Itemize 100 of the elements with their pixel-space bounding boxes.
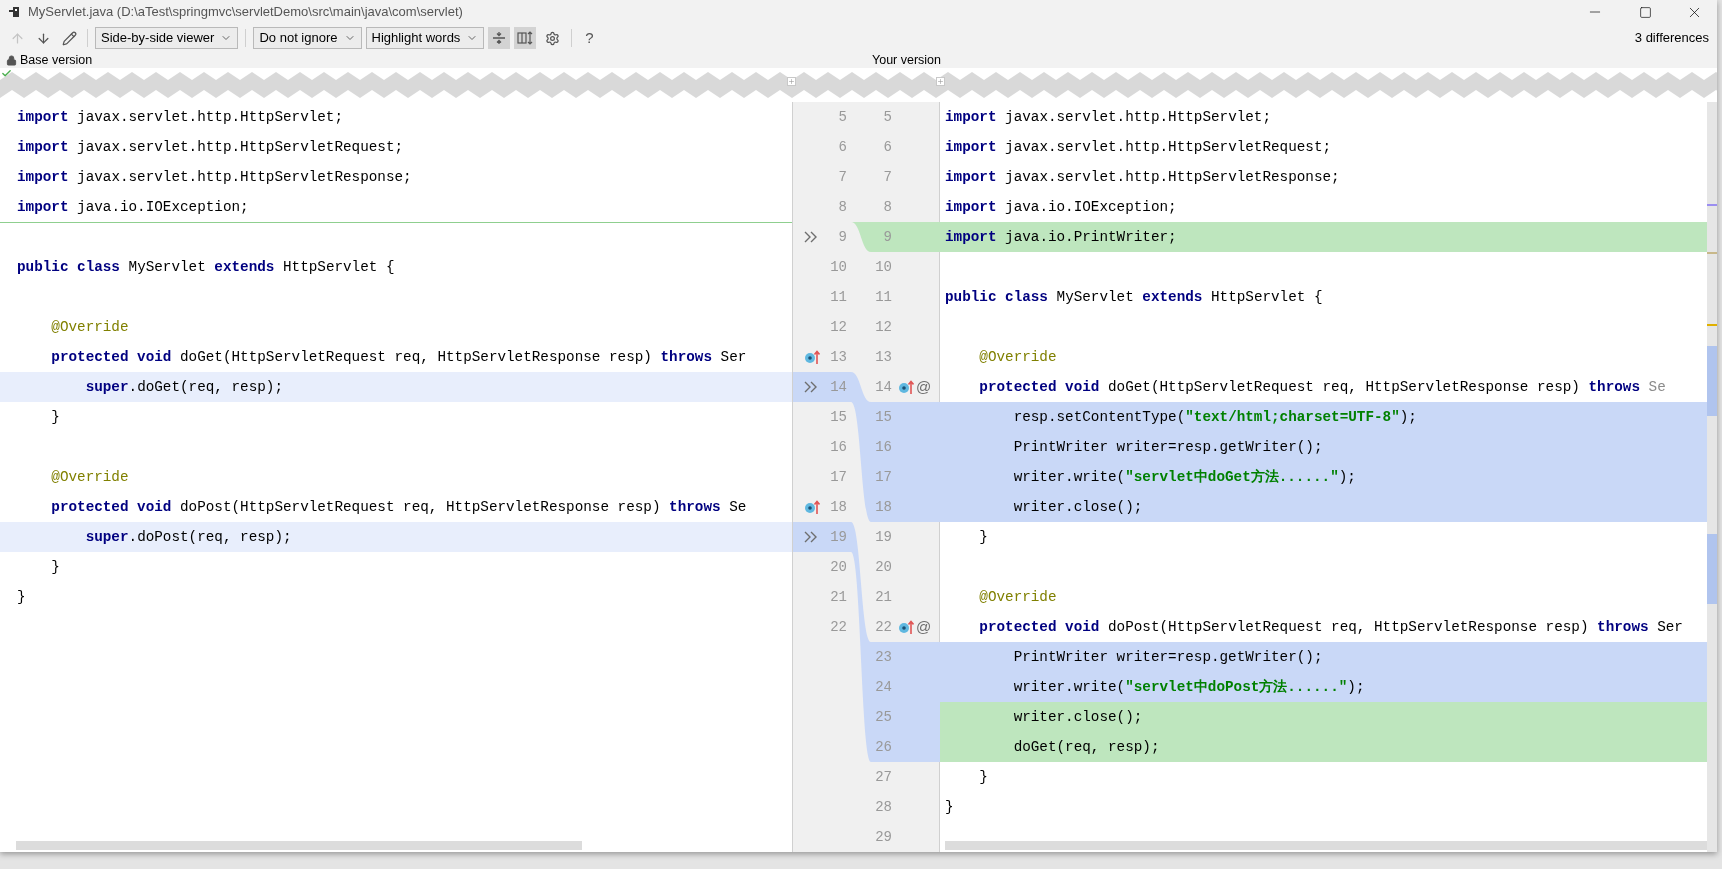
code-line: writer.close(); xyxy=(1012,498,1143,517)
line-number: 26 xyxy=(875,738,892,755)
line-number: 5 xyxy=(838,108,847,125)
line-number: 19 xyxy=(875,528,892,545)
code-line: protected void doGet(HttpServletRequest req, HttpServletResponse resp) throws Se xyxy=(978,378,1666,397)
code-line: import java.io.IOException; xyxy=(17,198,249,217)
dropdown[interactable]: Side-by-side viewer xyxy=(95,27,239,49)
line-number: 14 xyxy=(875,378,892,395)
double-chevron-icon[interactable] xyxy=(804,231,819,243)
line-number: 8 xyxy=(838,198,847,215)
dot-up-arrow-icon[interactable] xyxy=(804,349,820,365)
code-line: writer.write("servlet中doGet方法......"); xyxy=(1012,468,1356,487)
line-number: 21 xyxy=(830,588,847,605)
line-number: 6 xyxy=(838,138,847,155)
line-number: 23 xyxy=(875,648,892,665)
columns-arrow-icon xyxy=(517,31,534,45)
annotation-mark[interactable]: @ xyxy=(916,615,932,639)
code-line: super.doPost(req, resp); xyxy=(84,528,292,547)
dot-up-arrow-icon[interactable] xyxy=(804,499,820,515)
line-number: 13 xyxy=(830,348,847,365)
code-line: @Override xyxy=(978,588,1057,607)
help-button[interactable]: ? xyxy=(579,27,600,49)
code-line: import javax.servlet.http.HttpServletResponse; xyxy=(17,168,412,187)
double-chevron-icon[interactable] xyxy=(804,381,819,393)
code-line: import javax.servlet.http.HttpServlet; xyxy=(945,108,1272,127)
line-number: 15 xyxy=(830,408,847,425)
horizontal-scrollbar[interactable] xyxy=(945,841,1707,850)
line-number: 6 xyxy=(883,138,892,155)
code-line: } xyxy=(978,528,988,547)
line-number: 28 xyxy=(875,798,892,815)
line-number: 11 xyxy=(875,288,892,305)
code-line: } xyxy=(945,798,954,817)
line-number: 16 xyxy=(875,438,892,455)
code-line: import java.io.PrintWriter; xyxy=(945,228,1177,247)
code-line: import javax.servlet.http.HttpServletRequest; xyxy=(945,138,1332,157)
code-line: } xyxy=(17,588,26,607)
code-line: } xyxy=(50,408,60,427)
double-chevron-icon[interactable] xyxy=(804,531,819,543)
maximize-icon[interactable] xyxy=(1638,5,1652,19)
line-number: 11 xyxy=(830,288,847,305)
dropdown[interactable]: Highlight words xyxy=(365,27,485,49)
code-line: import javax.servlet.http.HttpServletRequest; xyxy=(17,138,404,157)
line-number: 29 xyxy=(875,828,892,845)
code-line: import javax.servlet.http.HttpServlet; xyxy=(17,108,344,127)
line-number: 15 xyxy=(875,408,892,425)
dot-up-arrow-icon[interactable] xyxy=(898,619,914,635)
collapse-button[interactable] xyxy=(488,27,511,49)
line-number: 12 xyxy=(830,318,847,335)
down-arrow-icon[interactable] xyxy=(35,30,51,46)
line-number: 24 xyxy=(875,678,892,695)
vertical-scrollbar[interactable] xyxy=(1707,102,1717,852)
annotation-mark[interactable]: @ xyxy=(916,375,932,399)
line-number: 9 xyxy=(838,228,847,245)
code-line: PrintWriter writer=resp.getWriter(); xyxy=(1012,648,1323,667)
pane-title: Base version xyxy=(20,51,93,69)
code-line: import javax.servlet.http.HttpServletResponse; xyxy=(945,168,1340,187)
line-number: 17 xyxy=(830,468,847,485)
code-line: super.doGet(req, resp); xyxy=(84,378,283,397)
code-line: protected void doPost(HttpServletRequest req, HttpServletResponse resp) throws Ser xyxy=(978,618,1683,637)
line-number: 7 xyxy=(838,168,847,185)
file-icon xyxy=(8,6,20,18)
differences-count: 3 differences xyxy=(1634,29,1709,48)
line-number: 20 xyxy=(830,558,847,575)
pane-title: Your version xyxy=(872,51,942,69)
line-number: 19 xyxy=(830,528,847,545)
dot-up-arrow-icon[interactable] xyxy=(898,379,914,395)
settings-icon[interactable] xyxy=(544,30,560,46)
code-line: @Override xyxy=(978,348,1057,367)
line-number: 8 xyxy=(883,198,892,215)
line-number: 14 xyxy=(830,378,847,395)
code-line: } xyxy=(50,558,60,577)
dropdown[interactable]: Do not ignore xyxy=(253,27,362,49)
line-number: 13 xyxy=(875,348,892,365)
window-title: MyServlet.java (D:\aTest\springmvc\servletDemo\src\main\java\com\servlet) xyxy=(28,3,463,22)
code-line: public class MyServlet extends HttpServlet { xyxy=(17,258,395,277)
code-line: public class MyServlet extends HttpServlet { xyxy=(945,288,1323,307)
line-number: 18 xyxy=(875,498,892,515)
line-number: 21 xyxy=(875,588,892,605)
collapse-icon xyxy=(492,31,507,45)
pencil-icon[interactable] xyxy=(61,30,77,46)
line-number: 10 xyxy=(830,258,847,275)
sync-scroll-button[interactable] xyxy=(514,27,537,49)
code-line: protected void doPost(HttpServletRequest req, HttpServletResponse resp) throws Se xyxy=(50,498,747,517)
line-number: 16 xyxy=(830,438,847,455)
line-number: 17 xyxy=(875,468,892,485)
line-number: 22 xyxy=(830,618,847,635)
line-number: 18 xyxy=(830,498,847,515)
code-line: import java.io.IOException; xyxy=(945,198,1177,217)
line-number: 25 xyxy=(875,708,892,725)
code-line: resp.setContentType("text/html;charset=UTF-8"); xyxy=(1012,408,1417,427)
line-number: 27 xyxy=(875,768,892,785)
code-line: protected void doGet(HttpServletRequest req, HttpServletResponse resp) throws Ser xyxy=(50,348,747,367)
code-line: @Override xyxy=(50,468,129,487)
line-number: 20 xyxy=(875,558,892,575)
code-line: writer.close(); xyxy=(1012,708,1143,727)
code-line: @Override xyxy=(50,318,129,337)
line-number: 10 xyxy=(875,258,892,275)
line-number: 7 xyxy=(883,168,892,185)
horizontal-scrollbar[interactable] xyxy=(16,841,582,850)
code-line: writer.write("servlet中doPost方法......"); xyxy=(1012,678,1365,697)
